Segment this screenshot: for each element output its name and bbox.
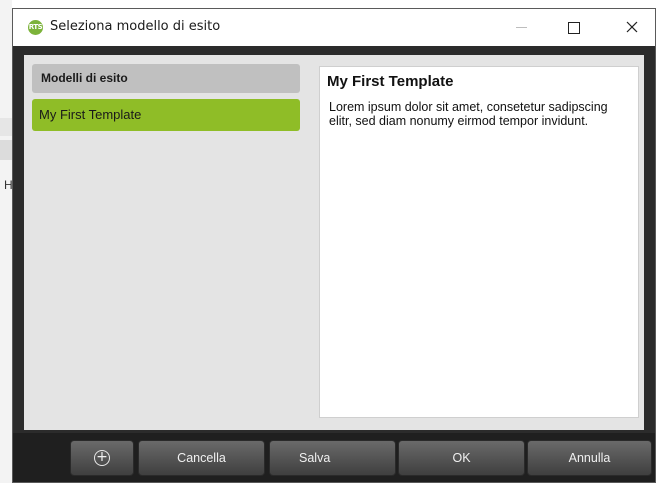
template-list-header: Modelli di esito (32, 64, 300, 93)
close-button[interactable] (609, 9, 655, 46)
close-icon (626, 21, 638, 33)
dialog-content: Modelli di esito My First Template My Fi… (24, 55, 644, 430)
minimize-icon (516, 27, 527, 28)
background-application: H (0, 0, 13, 483)
title-bar[interactable]: RTS Seleziona modello di esito (13, 9, 655, 46)
window-title: Seleziona modello di esito (50, 19, 221, 34)
template-preview-panel: My First Template Lorem ipsum dolor sit … (319, 66, 639, 418)
background-band (0, 140, 12, 160)
minimize-button[interactable] (499, 9, 545, 46)
add-template-button[interactable]: + (70, 440, 134, 476)
save-button[interactable]: Salva (269, 440, 396, 476)
preview-body: Lorem ipsum dolor sit amet, consetetur s… (329, 100, 608, 128)
cancel-button[interactable]: Annulla (527, 440, 652, 476)
delete-button[interactable]: Cancella (138, 440, 265, 476)
maximize-button[interactable] (551, 9, 597, 46)
ok-button[interactable]: OK (398, 440, 525, 476)
bottom-toolbar: + Cancella Salva OK Annulla (13, 433, 655, 482)
maximize-icon (568, 22, 580, 34)
background-band (0, 118, 12, 136)
rts-logo-icon: RTS (28, 20, 43, 35)
add-circle-icon: + (94, 449, 110, 466)
preview-title: My First Template (327, 73, 454, 90)
dialog-window: RTS Seleziona modello di esito Modelli d… (12, 8, 656, 483)
template-list-item[interactable]: My First Template (32, 99, 300, 131)
